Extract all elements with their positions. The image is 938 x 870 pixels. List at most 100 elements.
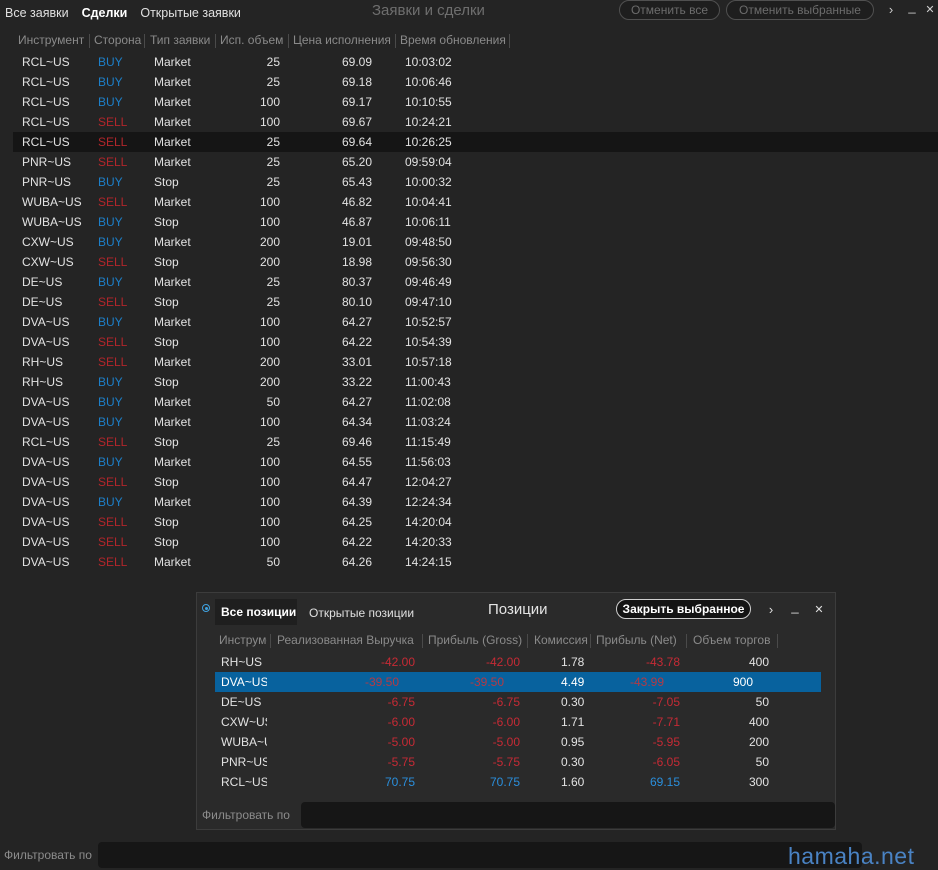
table-row[interactable]: DVA~US SELL Market 50 64.26 14:24:15 [0,552,938,572]
table-row[interactable]: DE~US SELL Stop 25 80.10 09:47:10 [0,292,938,312]
update-time-cell: 11:02:08 [405,395,451,409]
update-time-cell: 11:56:03 [405,455,451,469]
column-divider[interactable] [395,34,396,48]
chevron-right-icon[interactable]: › [765,602,777,617]
table-row[interactable]: RH~US SELL Market 200 33.01 10:57:18 [0,352,938,372]
table-row[interactable]: RCL~US SELL Market 100 69.67 10:24:21 [0,112,938,132]
column-header-update-time[interactable]: Время обновления [400,33,506,47]
column-header-order-type[interactable]: Тип заявки [150,33,210,47]
tab-open-orders[interactable]: Открытые заявки [140,6,241,20]
orders-filter-input[interactable] [98,842,862,868]
side-cell: SELL [98,255,128,269]
chevron-right-icon[interactable]: › [885,2,897,17]
filled-qty-cell: 25 [266,155,280,169]
minimize-icon[interactable]: _ [906,0,918,14]
column-header-instrument[interactable]: Инструмент [18,33,84,47]
instrument-cell: DVA~US [22,415,70,429]
table-row[interactable]: DVA~US BUY Market 100 64.55 11:56:03 [0,452,938,472]
table-row[interactable]: DVA~US SELL Stop 100 64.22 14:20:33 [0,532,938,552]
column-divider[interactable] [89,34,90,48]
table-row[interactable]: CXW~US -6.00 -6.00 1.71 -7.71 400 [197,712,837,732]
close-icon[interactable]: ✕ [924,3,936,16]
column-header-realized-revenue[interactable]: Реализованная Выручка [277,633,414,647]
order-type-cell: Market [154,455,191,469]
column-divider[interactable] [527,634,528,648]
instrument-cell: WUBA~US [221,735,267,749]
radio-indicator-icon[interactable] [202,604,210,612]
side-cell: BUY [98,175,123,189]
instrument-cell: RCL~US [221,775,267,789]
column-header-filled-qty[interactable]: Исп. объем [220,33,283,47]
table-row[interactable]: PNR~US BUY Stop 25 65.43 10:00:32 [0,172,938,192]
table-row[interactable]: DVA~US -39.50 -39.50 4.49 -43.99 900 [215,672,821,692]
table-row[interactable]: WUBA~US -5.00 -5.00 0.95 -5.95 200 [197,732,837,752]
tab-open-positions[interactable]: Открытые позиции [309,606,414,620]
table-row[interactable]: DVA~US BUY Market 100 64.39 12:24:34 [0,492,938,512]
filled-qty-cell: 200 [259,355,280,369]
table-row[interactable]: RCL~US SELL Market 25 69.64 10:26:25 [13,132,938,152]
column-divider[interactable] [422,634,423,648]
filled-qty-cell: 200 [259,235,280,249]
table-row[interactable]: RH~US BUY Stop 200 33.22 11:00:43 [0,372,938,392]
column-divider[interactable] [777,634,778,648]
table-row[interactable]: DE~US -6.75 -6.75 0.30 -7.05 50 [197,692,837,712]
table-row[interactable]: RH~US -42.00 -42.00 1.78 -43.78 400 [197,652,837,672]
column-header-gross-profit[interactable]: Прибыль (Gross) [428,633,522,647]
positions-filter-input[interactable] [301,802,835,828]
order-type-cell: Stop [154,375,179,389]
table-row[interactable]: DVA~US BUY Market 100 64.27 10:52:57 [0,312,938,332]
update-time-cell: 10:04:41 [405,195,452,209]
tab-all-orders[interactable]: Все заявки [5,6,69,20]
table-row[interactable]: RCL~US BUY Market 25 69.18 10:06:46 [0,72,938,92]
table-row[interactable]: RCL~US SELL Stop 25 69.46 11:15:49 [0,432,938,452]
column-divider[interactable] [509,34,510,48]
filled-qty-cell: 100 [259,535,280,549]
realized-revenue-cell: -5.75 [387,755,415,769]
watermark: hamaha.net [788,843,915,869]
table-row[interactable]: DVA~US BUY Market 50 64.27 11:02:08 [0,392,938,412]
update-time-cell: 10:06:11 [405,215,451,229]
tab-all-positions[interactable]: Все позиции [215,599,297,625]
column-header-net-profit[interactable]: Прибыль (Net) [596,633,677,647]
table-row[interactable]: CXW~US BUY Market 200 19.01 09:48:50 [0,232,938,252]
instrument-cell: CXW~US [22,255,74,269]
column-header-instrument[interactable]: Инструмент [219,633,267,647]
column-header-commission[interactable]: Комиссия [534,633,588,647]
table-row[interactable]: RCL~US BUY Market 100 69.17 10:10:55 [0,92,938,112]
table-row[interactable]: RCL~US BUY Market 25 69.09 10:03:02 [0,52,938,72]
fill-price-cell: 69.17 [341,95,372,109]
column-divider[interactable] [288,34,289,48]
update-time-cell: 10:00:32 [405,175,452,189]
table-row[interactable]: RCL~US 70.75 70.75 1.60 69.15 300 [197,772,837,792]
table-row[interactable]: DVA~US SELL Stop 100 64.47 12:04:27 [0,472,938,492]
table-row[interactable]: DVA~US SELL Stop 100 64.25 14:20:04 [0,512,938,532]
filled-qty-cell: 100 [259,215,280,229]
column-divider[interactable] [215,34,216,48]
column-header-fill-price[interactable]: Цена исполнения [293,33,391,47]
table-row[interactable]: WUBA~US SELL Market 100 46.82 10:04:41 [0,192,938,212]
column-divider[interactable] [686,634,687,648]
table-row[interactable]: PNR~US -5.75 -5.75 0.30 -6.05 50 [197,752,837,772]
close-selected-button[interactable]: Закрыть выбранное [616,599,751,619]
order-type-cell: Market [154,315,191,329]
update-time-cell: 09:59:04 [405,155,452,169]
column-header-side[interactable]: Сторона [94,33,141,47]
filled-qty-cell: 25 [266,295,280,309]
column-divider[interactable] [270,634,271,648]
fill-price-cell: 64.22 [341,335,372,349]
close-icon[interactable]: ✕ [813,603,825,616]
table-row[interactable]: WUBA~US BUY Stop 100 46.87 10:06:11 [0,212,938,232]
tab-trades[interactable]: Сделки [82,6,128,20]
cancel-all-button[interactable]: Отменить все [619,0,720,20]
minimize-icon[interactable]: _ [789,599,801,614]
column-divider[interactable] [590,634,591,648]
column-divider[interactable] [144,34,145,48]
table-row[interactable]: CXW~US SELL Stop 200 18.98 09:56:30 [0,252,938,272]
table-row[interactable]: DVA~US SELL Stop 100 64.22 10:54:39 [0,332,938,352]
table-row[interactable]: DVA~US BUY Market 100 64.34 11:03:24 [0,412,938,432]
column-header-volume[interactable]: Объем торгов [693,633,770,647]
side-cell: BUY [98,55,123,69]
cancel-selected-button[interactable]: Отменить выбранные [726,0,874,20]
table-row[interactable]: PNR~US SELL Market 25 65.20 09:59:04 [0,152,938,172]
table-row[interactable]: DE~US BUY Market 25 80.37 09:46:49 [0,272,938,292]
